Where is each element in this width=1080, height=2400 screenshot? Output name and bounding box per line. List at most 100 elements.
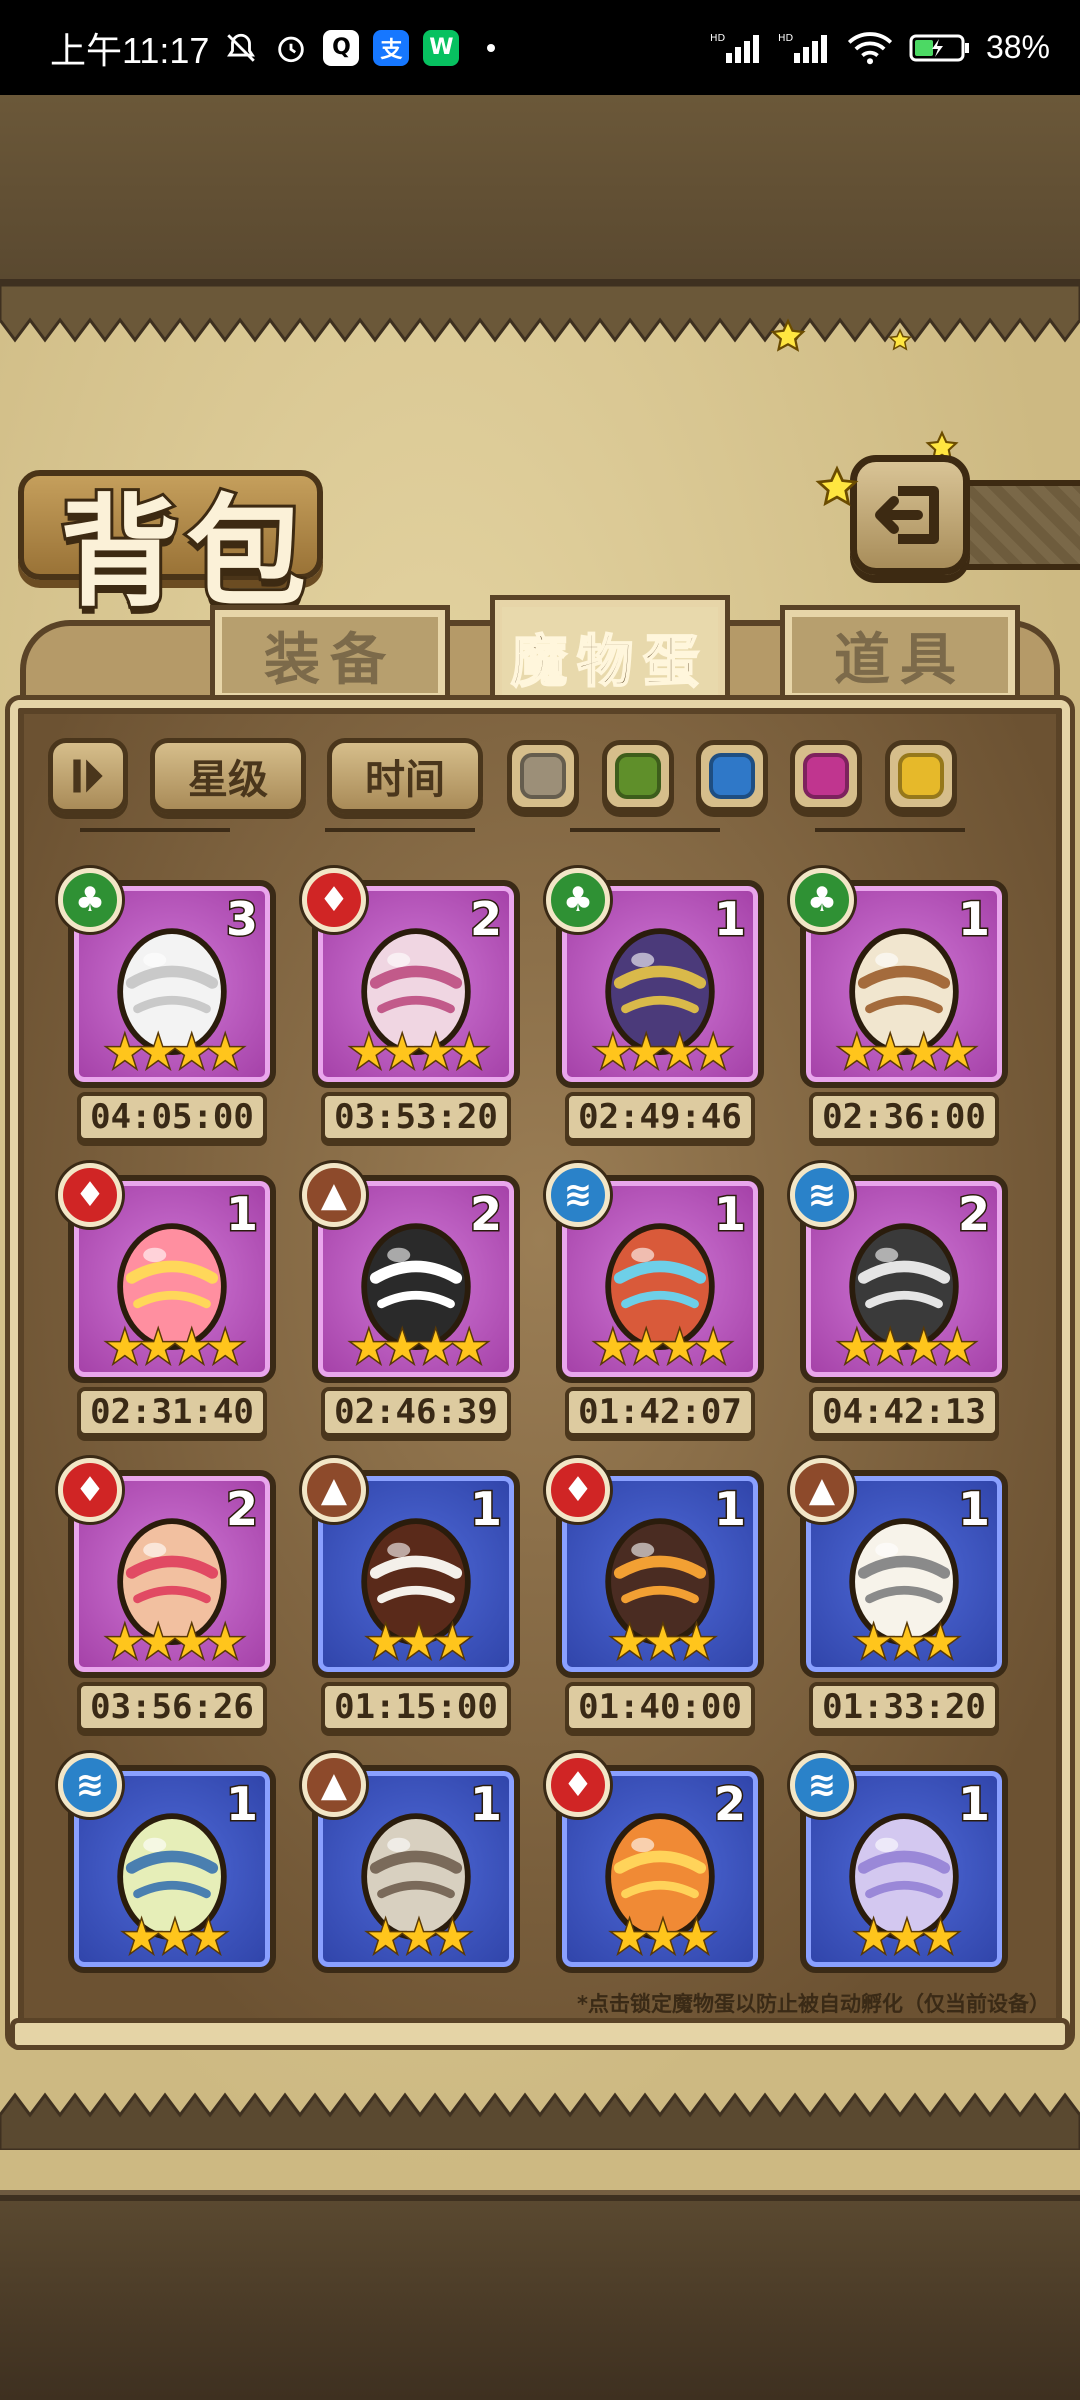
color-swatch [520, 753, 566, 799]
egg-count: 2 [712, 1776, 747, 1833]
star-rating: ★★★★ [836, 1321, 979, 1375]
back-button[interactable] [850, 455, 970, 575]
egg-count: 1 [712, 1186, 747, 1243]
hatch-timer: 01:40:00 [565, 1682, 755, 1732]
color-swatch [615, 753, 661, 799]
battery-percent: 38% [985, 29, 1050, 65]
fire-element-icon: ♦ [302, 868, 366, 932]
star-rating: ★★★★ [592, 1026, 735, 1080]
earth-element-icon: ▲ [302, 1458, 366, 1522]
panel-footer [10, 2018, 1070, 2050]
hatch-timer: 02:46:39 [321, 1387, 511, 1437]
egg-grid: 3 ★★★★ ♣ 04:05:00 2 ★★★★ ♦ 03:53:20 1 ★★★★ ♣ 02:49:… [30, 840, 1050, 1980]
earth-element-icon: ▲ [302, 1753, 366, 1817]
filter-color-gray[interactable] [507, 740, 579, 812]
bottom-map-band [0, 2195, 1080, 2400]
star-rating: ★★★ [120, 1911, 229, 1965]
hatch-timer: 01:33:20 [809, 1682, 999, 1732]
fire-element-icon: ♦ [58, 1458, 122, 1522]
hatch-timer: 01:42:07 [565, 1387, 755, 1437]
egg-count: 1 [468, 1481, 503, 1538]
battery-charging-icon [908, 30, 972, 66]
auto-hatch-hint: *点击锁定魔物蛋以防止被自动孵化（仅当前设备） [577, 1992, 1050, 2016]
water-element-icon: ≋ [546, 1163, 610, 1227]
hatch-timer: 03:56:26 [77, 1682, 267, 1732]
page-title: 背包 [57, 479, 312, 626]
back-button-tail [960, 480, 1080, 570]
egg-count: 3 [224, 891, 259, 948]
egg-count: 1 [956, 1776, 991, 1833]
tab-monster-eggs[interactable]: 魔物蛋 [495, 600, 725, 715]
star-rating: ★★★ [852, 1911, 961, 1965]
fire-element-icon: ♦ [546, 1753, 610, 1817]
water-element-icon: ≋ [58, 1753, 122, 1817]
star-decoration-icon [770, 318, 806, 352]
egg-count: 1 [224, 1776, 259, 1833]
star-rating: ★★★★ [104, 1026, 247, 1080]
hatch-timer: 02:31:40 [77, 1387, 267, 1437]
star-rating: ★★★★ [836, 1026, 979, 1080]
back-arrow-icon [875, 486, 939, 544]
tab-equipment[interactable]: 装备 [215, 610, 445, 700]
zigzag-border-bottom [0, 2092, 1080, 2150]
egg-count: 2 [224, 1481, 259, 1538]
egg-count: 2 [468, 1186, 503, 1243]
egg-count: 1 [712, 1481, 747, 1538]
alipay-icon: 支 [373, 29, 410, 66]
sort-by-star-button[interactable]: 星级 [150, 738, 306, 814]
hd-signal-icon: HD [778, 30, 832, 66]
hatch-timer: 04:42:13 [809, 1387, 999, 1437]
hatch-timer: 03:53:20 [321, 1092, 511, 1142]
hatch-timer: 02:49:46 [565, 1092, 755, 1142]
dot-icon [473, 30, 509, 66]
star-rating: ★★★★ [592, 1321, 735, 1375]
star-decoration-icon [815, 465, 859, 507]
sort-toggle-button[interactable] [48, 738, 128, 814]
star-rating: ★★★ [364, 1616, 473, 1670]
tab-items[interactable]: 道具 [785, 610, 1015, 700]
star-rating: ★★★ [852, 1616, 961, 1670]
egg-count: 1 [224, 1186, 259, 1243]
nature-element-icon: ♣ [546, 868, 610, 932]
fire-element-icon: ♦ [58, 1163, 122, 1227]
earth-element-icon: ▲ [790, 1458, 854, 1522]
hd-signal-icon: HD [710, 30, 764, 66]
hatch-timer: 01:15:00 [321, 1682, 511, 1732]
hatch-timer: 04:05:00 [77, 1092, 267, 1142]
egg-count: 1 [712, 891, 747, 948]
sort-by-time-button[interactable]: 时间 [327, 738, 483, 814]
fire-element-icon: ♦ [546, 1458, 610, 1522]
star-rating: ★★★★ [348, 1321, 491, 1375]
filter-color-gold[interactable] [885, 740, 957, 812]
water-element-icon: ≋ [790, 1163, 854, 1227]
hatch-timer: 02:36:00 [809, 1092, 999, 1142]
egg-count: 1 [956, 891, 991, 948]
color-swatch [803, 753, 849, 799]
filter-color-green[interactable] [602, 740, 674, 812]
svg-text:HD: HD [710, 33, 726, 44]
earth-element-icon: ▲ [302, 1163, 366, 1227]
star-rating: ★★★ [364, 1911, 473, 1965]
star-rating: ★★★★ [348, 1026, 491, 1080]
egg-count: 2 [468, 891, 503, 948]
star-rating: ★★★ [608, 1911, 717, 1965]
filter-color-blue[interactable] [696, 740, 768, 812]
color-swatch [898, 753, 944, 799]
svg-text:HD: HD [778, 33, 794, 44]
wifi-icon [846, 30, 894, 66]
wechat-icon: W [423, 29, 460, 66]
status-bar: 上午11:17 Q 支 W HD HD 38% [0, 0, 1080, 95]
star-rating: ★★★ [608, 1616, 717, 1670]
filter-color-purple[interactable] [790, 740, 862, 812]
egg-count: 1 [956, 1481, 991, 1538]
top-map-band [0, 95, 1080, 285]
nature-element-icon: ♣ [790, 868, 854, 932]
star-rating: ★★★★ [104, 1616, 247, 1670]
qq-icon: Q [323, 29, 360, 66]
alarm-icon [273, 30, 309, 66]
sort-toggle-icon [73, 759, 103, 793]
star-decoration-icon [888, 328, 912, 351]
star-rating: ★★★★ [104, 1321, 247, 1375]
egg-count: 2 [956, 1186, 991, 1243]
bell-off-icon [223, 30, 259, 66]
